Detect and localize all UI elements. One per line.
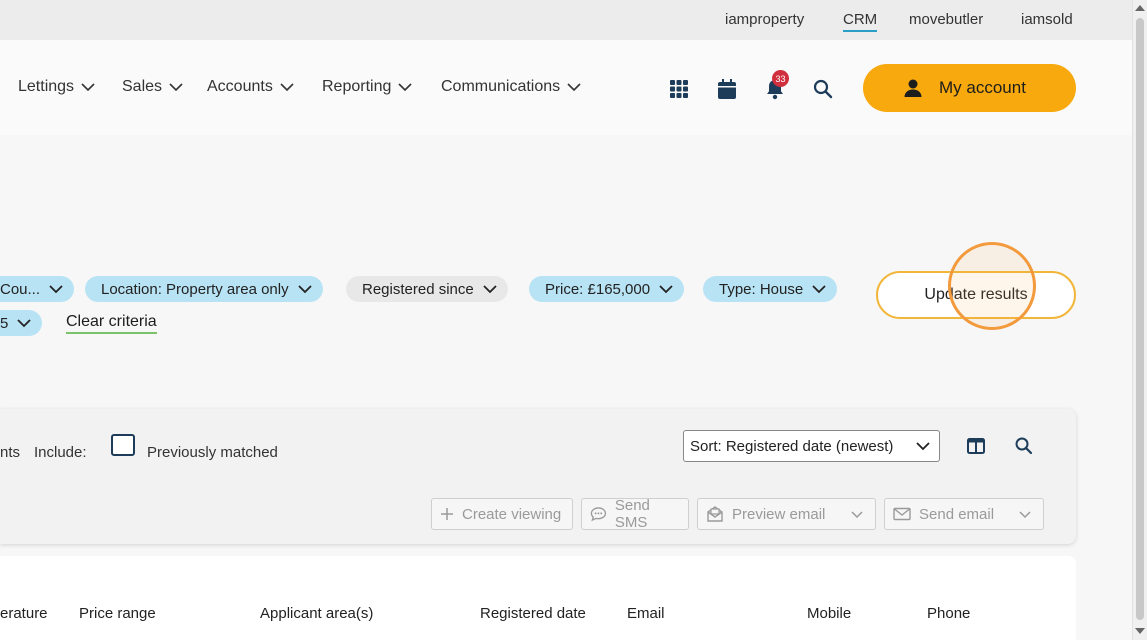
column-header[interactable]: Phone [927, 605, 970, 622]
chevron-down-icon [659, 285, 673, 294]
columns-icon[interactable] [966, 436, 986, 456]
update-results-button[interactable]: Update results [876, 271, 1076, 319]
chevron-down-icon [17, 319, 31, 328]
chip-label: Cou... [0, 280, 41, 298]
chevron-down-icon [1018, 511, 1031, 519]
link-iamsold[interactable]: iamsold [1021, 11, 1073, 28]
nav-reporting[interactable]: Reporting [322, 78, 413, 96]
preview-email-dropdown[interactable] [838, 498, 876, 530]
nav-label: Lettings [18, 78, 75, 95]
create-viewing-label: Create viewing [462, 505, 562, 523]
nav-lettings[interactable]: Lettings [18, 78, 96, 96]
clear-criteria-link[interactable]: Clear criteria [66, 313, 157, 334]
chip-label: Registered since [362, 280, 474, 298]
sort-select[interactable]: Sort: Registered date (newest) [683, 430, 940, 462]
envelope-icon [893, 507, 911, 521]
email-preview-icon [707, 506, 723, 522]
nav-label: Reporting [322, 78, 392, 95]
include-label: Include: [34, 444, 87, 461]
link-crm[interactable]: CRM [843, 11, 878, 32]
chevron-down-icon [567, 83, 581, 92]
scroll-down-arrow[interactable] [1135, 628, 1145, 634]
chevron-down-icon [850, 511, 863, 519]
search-button[interactable] [811, 77, 835, 101]
calendar-icon [718, 79, 736, 99]
chevron-down-icon [812, 285, 826, 294]
nav-label: Sales [122, 78, 163, 95]
my-account-button[interactable]: My account [863, 64, 1076, 112]
send-email-button[interactable]: Send email [884, 498, 1007, 530]
column-header[interactable]: Applicant area(s) [260, 605, 373, 622]
apps-grid-button[interactable] [667, 77, 691, 101]
chevron-down-icon [483, 285, 497, 294]
previously-matched-label: Previously matched [147, 444, 278, 461]
nav-sales[interactable]: Sales [122, 78, 184, 96]
top-links-bar: iamproperty CRM movebutler iamsold [0, 0, 1132, 40]
filter-chip-county[interactable]: Cou... [0, 276, 75, 302]
my-account-label: My account [939, 78, 1026, 97]
filter-chip-bedrooms[interactable]: 5 [0, 310, 43, 336]
sort-value: Sort: Registered date (newest) [690, 437, 894, 455]
vertical-scrollbar[interactable] [1132, 0, 1147, 640]
nav-label: Communications [441, 78, 561, 95]
chevron-down-icon [49, 285, 63, 294]
link-movebutler[interactable]: movebutler [909, 11, 983, 28]
chip-label: Price: £165,000 [545, 280, 651, 298]
chip-label: 5 [0, 314, 9, 332]
column-header[interactable]: Email [627, 605, 665, 622]
filter-chip-type[interactable]: Type: House [703, 276, 838, 302]
nav-communications[interactable]: Communications [441, 78, 582, 96]
nav-label: Accounts [207, 78, 273, 95]
create-viewing-button[interactable]: Create viewing [431, 498, 573, 530]
preview-email-button[interactable]: Preview email [697, 498, 839, 530]
chat-bubble-icon [590, 507, 607, 522]
link-iamproperty[interactable]: iamproperty [725, 11, 804, 28]
scroll-thumb[interactable] [1136, 18, 1144, 620]
plus-icon [441, 508, 453, 520]
search-icon [813, 79, 833, 99]
previously-matched-checkbox[interactable] [111, 434, 135, 456]
preview-email-label: Preview email [732, 505, 826, 523]
column-header[interactable]: Price range [79, 605, 156, 622]
chevron-down-icon [169, 83, 183, 92]
chevron-down-icon [81, 83, 95, 92]
chip-label: Location: Property area only [101, 280, 289, 298]
filter-chip-registered-since[interactable]: Registered since [346, 276, 508, 302]
send-email-label: Send email [919, 505, 995, 523]
nav-accounts[interactable]: Accounts [207, 78, 295, 96]
notification-count-badge: 33 [772, 70, 789, 87]
send-sms-label: Send SMS [614, 497, 650, 531]
send-sms-button[interactable]: Send SMS [581, 497, 689, 531]
send-email-dropdown[interactable] [1006, 498, 1044, 530]
truncated-label: nts [0, 444, 21, 461]
calendar-button[interactable] [715, 77, 739, 101]
search-icon[interactable] [1014, 436, 1034, 456]
results-table: erature Price range Applicant area(s) Re… [0, 556, 1076, 640]
filter-chip-location[interactable]: Location: Property area only [85, 276, 323, 302]
column-header[interactable]: erature [0, 605, 48, 622]
chevron-down-icon [280, 83, 294, 92]
results-toolbar-panel: nts Include: Previously matched Sort: Re… [0, 409, 1076, 544]
user-icon [904, 79, 922, 97]
grid-icon [670, 80, 688, 98]
chip-label: Type: House [719, 280, 804, 298]
scroll-up-arrow[interactable] [1135, 5, 1145, 11]
filter-chip-price[interactable]: Price: £165,000 [529, 276, 685, 302]
column-header[interactable]: Mobile [807, 605, 851, 622]
chevron-down-icon [297, 285, 312, 294]
chevron-down-icon [916, 442, 930, 451]
column-header[interactable]: Registered date [480, 605, 586, 622]
chevron-down-icon [398, 83, 412, 92]
